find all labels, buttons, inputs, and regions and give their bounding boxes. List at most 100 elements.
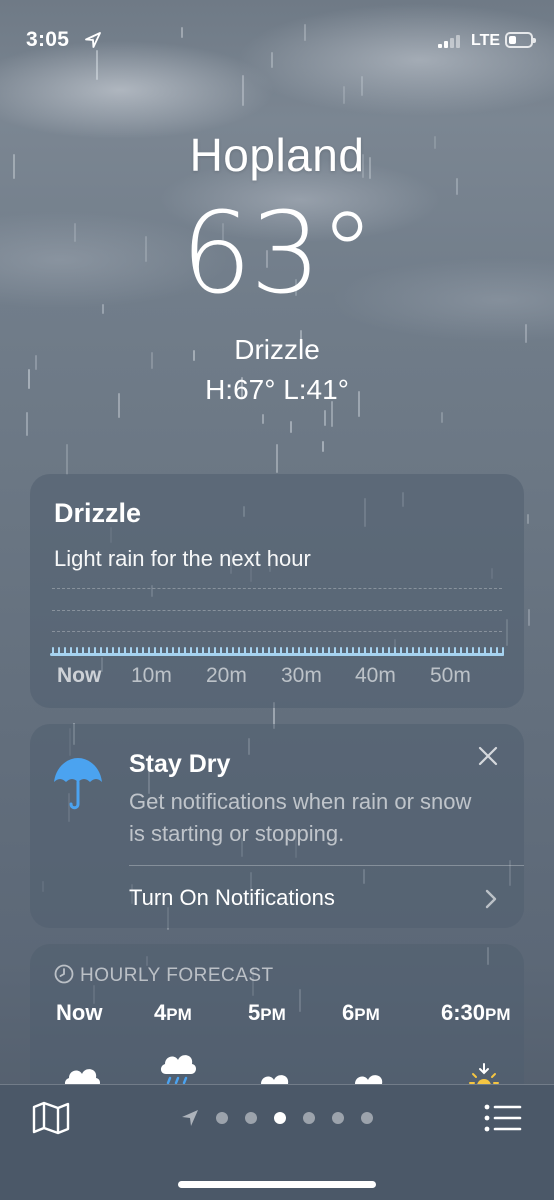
precip-bar <box>490 647 492 656</box>
divider <box>129 865 524 866</box>
cloud-rain-icon <box>160 1055 197 1085</box>
page-dot[interactable] <box>274 1112 286 1124</box>
condition-text: Drizzle <box>234 334 320 365</box>
precip-bar <box>154 647 156 656</box>
precip-bar <box>148 647 150 656</box>
time-label: 40m <box>355 664 396 687</box>
precip-bar <box>178 647 180 656</box>
chart-gridline <box>52 610 502 611</box>
precip-bar <box>94 647 96 656</box>
clock-icon <box>54 964 74 984</box>
precip-bar <box>220 647 222 656</box>
precip-bar <box>358 647 360 656</box>
precip-bar <box>466 647 468 656</box>
precip-bar <box>196 647 198 656</box>
precip-bar <box>472 647 474 656</box>
precip-title: Drizzle <box>54 498 142 528</box>
umbrella-icon <box>54 758 102 810</box>
page-dot[interactable] <box>332 1112 344 1124</box>
hourly-header: HOURLY FORECAST <box>54 964 274 987</box>
chart-gridline <box>52 588 502 589</box>
hour-label: 6PM <box>342 1000 380 1025</box>
precip-bar <box>316 647 318 656</box>
precip-bar <box>64 647 66 656</box>
precip-bar <box>58 647 60 656</box>
precip-bar <box>250 647 252 656</box>
precip-bar <box>370 647 372 656</box>
page-dot[interactable] <box>361 1112 373 1124</box>
precip-bar <box>364 647 366 656</box>
precip-bar <box>82 647 84 656</box>
city-name: Hopland <box>189 129 365 181</box>
time-label: Now <box>57 664 102 687</box>
notify-title: Stay Dry <box>129 750 231 778</box>
status-bar: 3:05 LTE <box>0 26 554 58</box>
precip-bar <box>118 647 120 656</box>
hour-label: Now <box>56 1000 103 1025</box>
precip-bar <box>478 647 480 656</box>
precip-bar <box>298 647 300 656</box>
time-label: 30m <box>281 664 322 687</box>
location-header: Hopland <box>0 128 554 182</box>
precip-bar <box>412 647 414 656</box>
precip-bar <box>88 647 90 656</box>
precip-bar <box>52 647 54 656</box>
precip-bar <box>112 647 114 656</box>
page-dot[interactable] <box>303 1112 315 1124</box>
precip-bar <box>484 647 486 656</box>
precip-bar <box>376 647 378 656</box>
home-indicator[interactable] <box>178 1181 376 1188</box>
precip-bar <box>100 647 102 656</box>
current-location-arrow-icon[interactable] <box>180 1108 200 1128</box>
precip-bar <box>166 647 168 656</box>
signal-strength-icon <box>438 34 466 48</box>
precip-bar <box>406 647 408 656</box>
turn-on-notifications-button[interactable]: Turn On Notifications <box>129 885 335 911</box>
precip-bar <box>106 647 108 656</box>
precip-bar <box>418 647 420 656</box>
page-dot[interactable] <box>245 1112 257 1124</box>
current-temperature-wrap: 63° <box>0 194 554 314</box>
precip-bar <box>190 647 192 656</box>
map-icon[interactable] <box>32 1101 70 1135</box>
chevron-right-icon <box>485 889 497 909</box>
precip-bar <box>232 647 234 656</box>
precipitation-card[interactable]: Drizzle Light rain for the next hour Now… <box>30 474 524 708</box>
precip-bar <box>496 647 498 656</box>
status-time: 3:05 <box>26 28 70 51</box>
precip-bar <box>430 647 432 656</box>
precip-bar <box>244 647 246 656</box>
precip-bar <box>238 647 240 656</box>
precip-bar <box>208 647 210 656</box>
precip-bar <box>136 647 138 656</box>
high-low-text: H:67° L:41° <box>205 374 349 405</box>
precip-bar <box>388 647 390 656</box>
precip-bar <box>292 647 294 656</box>
hourly-header-label: HOURLY FORECAST <box>80 965 274 986</box>
notifications-card: Stay Dry Get notifications when rain or … <box>30 724 524 928</box>
precip-bar <box>424 647 426 656</box>
page-indicator[interactable] <box>180 1108 380 1128</box>
precip-bar <box>304 647 306 656</box>
bottom-toolbar <box>0 1084 554 1200</box>
precip-bar <box>142 647 144 656</box>
close-icon[interactable] <box>476 744 500 768</box>
page-dot[interactable] <box>216 1112 228 1124</box>
precip-bar <box>334 647 336 656</box>
precip-bar <box>214 647 216 656</box>
battery-icon <box>505 32 536 48</box>
hour-label: 6:30PM <box>441 1000 511 1025</box>
list-icon[interactable] <box>484 1103 522 1133</box>
time-label: 50m <box>430 664 471 687</box>
precip-bar <box>274 647 276 656</box>
chart-gridline <box>52 631 502 632</box>
precip-description: Light rain for the next hour <box>54 546 311 571</box>
current-temperature: 63° <box>180 189 376 319</box>
precip-bar <box>394 647 396 656</box>
precip-bar <box>340 647 342 656</box>
hour-label: 5PM <box>248 1000 286 1025</box>
precip-bar <box>448 647 450 656</box>
precip-bar <box>502 647 504 656</box>
precip-bar <box>346 647 348 656</box>
precip-bar <box>328 647 330 656</box>
